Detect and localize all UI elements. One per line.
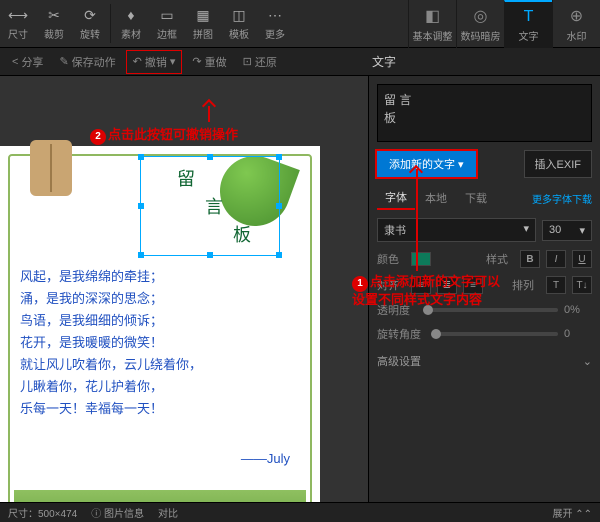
body-text: 风起，是我绵绵的牵挂；涌，是我的深深的思念；鸟语，是我细细的倾诉；花开，是我暖暖… xyxy=(20,266,202,420)
font-tab-local[interactable]: 本地 xyxy=(417,187,455,209)
font-tab-download[interactable]: 下载 xyxy=(457,187,495,209)
tab-text[interactable]: T文字 xyxy=(504,0,552,48)
bold-button[interactable]: B xyxy=(520,250,540,268)
insert-exif-button[interactable]: 插入EXIF xyxy=(524,150,592,178)
restore-button[interactable]: ⊡还原 xyxy=(237,51,283,73)
tab-watermark[interactable]: ⊕水印 xyxy=(552,0,600,48)
style-label: 样式 xyxy=(486,251,514,267)
statusbar: 尺寸：500×474 ⓘ 图片信息 对比 展开 ⌃⌃ xyxy=(0,502,600,522)
tab-basic[interactable]: ◧基本调整 xyxy=(408,0,456,48)
clip-decoration xyxy=(30,140,72,196)
compare-button[interactable]: 对比 xyxy=(158,505,178,520)
opacity-value: 0% xyxy=(564,304,592,316)
underline-button[interactable]: U xyxy=(572,250,592,268)
arrange-vertical-button[interactable]: T↓ xyxy=(572,276,592,294)
undo-icon: ↶ xyxy=(133,55,142,68)
save-action-button[interactable]: ✎保存动作 xyxy=(53,51,121,73)
rotate-label: 旋转角度 xyxy=(377,326,425,342)
signature: ——July xyxy=(241,451,290,466)
resize-handle[interactable] xyxy=(276,154,282,160)
color-swatch[interactable] xyxy=(411,252,431,266)
chevron-icon: ⌄ xyxy=(583,355,592,368)
more-fonts-link[interactable]: 更多字体下载 xyxy=(532,191,592,206)
redo-button[interactable]: ↷重做 xyxy=(186,51,232,73)
canvas[interactable]: 风起，是我绵绵的牵挂；涌，是我的深深的思念；鸟语，是我细细的倾诉；花开，是我暖暖… xyxy=(0,76,368,502)
text-content: 留 言 板 xyxy=(141,157,279,257)
color-label: 颜色 xyxy=(377,251,405,267)
add-new-text-button[interactable]: 添加新的文字▾ xyxy=(377,151,476,177)
restore-icon: ⊡ xyxy=(243,55,252,68)
tool-material[interactable]: ♦素材 xyxy=(113,0,149,47)
tool-rotate[interactable]: ⟳旋转 xyxy=(72,0,108,47)
tool-border[interactable]: ▭边框 xyxy=(149,0,185,47)
tool-template[interactable]: ◫模板 xyxy=(221,0,257,47)
grass-decoration xyxy=(14,490,306,502)
advanced-settings[interactable]: 高级设置⌄ xyxy=(377,350,592,372)
tab-digital[interactable]: ◎数码暗房 xyxy=(456,0,504,48)
resize-handle[interactable] xyxy=(276,203,282,209)
main-toolbar: ⟷尺寸 ✂裁剪 ⟳旋转 ♦素材 ▭边框 ▦拼图 ◫模板 ⋯更多 ◧基本调整 ◎数… xyxy=(0,0,600,48)
panel-title: 文字 xyxy=(362,51,594,72)
tool-crop[interactable]: ✂裁剪 xyxy=(36,0,72,47)
arrange-label: 排列 xyxy=(512,277,540,293)
info-icon: ⓘ xyxy=(91,509,101,520)
text-selection-box[interactable]: 留 言 板 xyxy=(140,156,280,256)
arrange-horizontal-button[interactable]: T xyxy=(546,276,566,294)
image-info-button[interactable]: ⓘ 图片信息 xyxy=(91,505,144,520)
share-icon: < xyxy=(12,56,18,68)
resize-handle[interactable] xyxy=(207,154,213,160)
font-family-select[interactable]: 隶书 ▾ xyxy=(377,218,536,242)
font-tab-font[interactable]: 字体 xyxy=(377,186,415,210)
resize-handle[interactable] xyxy=(138,154,144,160)
text-preview[interactable]: 留 言板 xyxy=(377,84,592,142)
dropdown-icon: ▾ xyxy=(170,55,176,68)
tool-puzzle[interactable]: ▦拼图 xyxy=(185,0,221,47)
undo-button[interactable]: ↶撤销▾ xyxy=(126,50,183,74)
font-tabs: 字体 本地 下载 更多字体下载 xyxy=(377,186,592,210)
share-button[interactable]: <分享 xyxy=(6,51,49,73)
dropdown-icon: ▾ xyxy=(458,158,464,171)
resize-handle[interactable] xyxy=(207,252,213,258)
dimensions-label: 尺寸：500×474 xyxy=(8,505,77,520)
italic-button[interactable]: I xyxy=(546,250,566,268)
dropdown-icon: ▾ xyxy=(579,224,585,237)
main-area: 风起，是我绵绵的牵挂；涌，是我的深深的思念；鸟语，是我细细的倾诉；花开，是我暖暖… xyxy=(0,76,600,502)
annotation-1: 1点击添加新的文字可以 设置不同样式文字内容 xyxy=(352,274,500,308)
opacity-slider[interactable] xyxy=(423,308,558,312)
tool-more[interactable]: ⋯更多 xyxy=(257,0,293,47)
rotate-slider[interactable] xyxy=(431,332,558,336)
redo-icon: ↷ xyxy=(192,55,201,68)
dropdown-icon: ▾ xyxy=(523,222,529,235)
annotation-2: 2点击此按钮可撤销操作 xyxy=(90,124,238,145)
rotate-value: 0 xyxy=(564,328,592,340)
expand-button[interactable]: 展开 ⌃⌃ xyxy=(552,505,592,520)
resize-handle[interactable] xyxy=(276,252,282,258)
resize-handle[interactable] xyxy=(138,252,144,258)
right-tabs: ◧基本调整 ◎数码暗房 T文字 ⊕水印 xyxy=(408,0,600,48)
font-size-select[interactable]: 30 ▾ xyxy=(542,220,592,241)
save-icon: ✎ xyxy=(59,55,68,68)
secondary-toolbar: <分享 ✎保存动作 ↶撤销▾ ↷重做 ⊡还原 文字 xyxy=(0,48,600,76)
tool-size[interactable]: ⟷尺寸 xyxy=(0,0,36,47)
resize-handle[interactable] xyxy=(138,203,144,209)
